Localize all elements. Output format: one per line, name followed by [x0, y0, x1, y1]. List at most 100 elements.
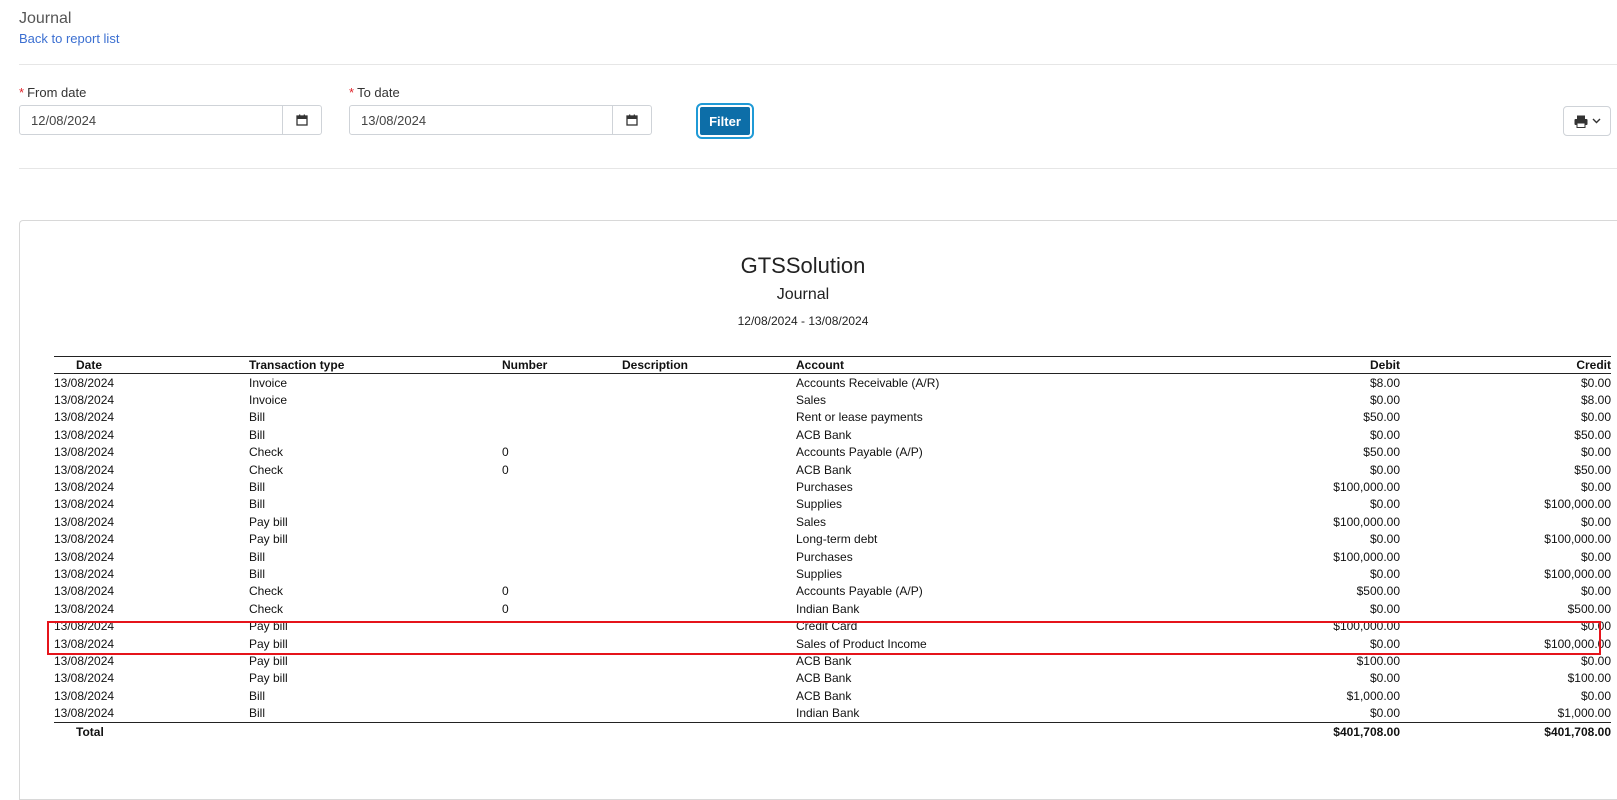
cell-number: 0 — [502, 445, 509, 460]
cell-description — [622, 531, 796, 548]
cell-credit: $0.00 — [1580, 514, 1611, 529]
cell-transaction-type: Pay bill — [249, 619, 288, 634]
cell-description — [622, 635, 796, 652]
cell-credit: $0.00 — [1580, 445, 1611, 460]
cell-debit: $50.00 — [1363, 410, 1400, 425]
cell-number — [502, 687, 622, 704]
cell-description — [622, 565, 796, 582]
column-header-credit: Credit — [1400, 356, 1611, 374]
cell-account: ACB Bank — [796, 462, 852, 477]
table-row: 13/08/2024 Pay bill Sales of Product Incom… — [54, 635, 1611, 652]
cell-transaction-type: Bill — [249, 497, 266, 512]
cell-date: 13/08/2024 — [54, 671, 115, 686]
cell-date: 13/08/2024 — [54, 549, 115, 564]
cell-account: Sales — [796, 514, 827, 529]
table-row: 13/08/2024 Pay bill Sales $100,000.00 $0.00 — [54, 513, 1611, 530]
cell-account: ACB Bank — [796, 653, 852, 668]
cell-description — [622, 444, 796, 461]
cell-description — [622, 548, 796, 565]
cell-date: 13/08/2024 — [54, 566, 115, 581]
cell-description — [622, 583, 796, 600]
cell-account: Rent or lease payments — [796, 410, 923, 425]
cell-debit: $0.00 — [1369, 706, 1400, 721]
back-to-report-list-link[interactable]: Back to report list — [19, 31, 119, 46]
cell-date: 13/08/2024 — [54, 601, 115, 616]
cell-credit: $100,000.00 — [1544, 566, 1611, 581]
cell-description — [622, 478, 796, 495]
cell-debit: $100,000.00 — [1333, 480, 1400, 495]
cell-number — [502, 409, 622, 426]
cell-account: Sales — [796, 393, 827, 408]
cell-credit: $50.00 — [1574, 427, 1611, 442]
report-title: Journal — [776, 286, 830, 303]
cell-transaction-type: Pay bill — [249, 636, 288, 651]
table-row: 13/08/2024 Invoice Accounts Receivable (A/… — [54, 374, 1611, 392]
cell-debit: $0.00 — [1369, 671, 1400, 686]
cell-number — [502, 391, 622, 408]
cell-number — [502, 496, 622, 513]
table-row: 13/08/2024 Check 0 Indian Bank $0.00 $500.00 — [54, 600, 1611, 617]
cell-debit: $0.00 — [1369, 393, 1400, 408]
to-date-input[interactable]: 13/08/2024 — [349, 105, 652, 135]
from-date-calendar-button[interactable] — [282, 106, 321, 134]
cell-account: Accounts Receivable (A/R) — [796, 375, 940, 390]
cell-credit: $0.00 — [1580, 549, 1611, 564]
to-date-calendar-button[interactable] — [612, 106, 651, 134]
cell-date: 13/08/2024 — [54, 393, 115, 408]
to-date-value[interactable]: 13/08/2024 — [350, 106, 612, 134]
cell-description — [622, 461, 796, 478]
column-header-transaction-type: Transaction type — [249, 356, 502, 374]
cell-date: 13/08/2024 — [54, 619, 115, 634]
cell-debit: $100,000.00 — [1333, 549, 1400, 564]
from-date-value[interactable]: 12/08/2024 — [20, 106, 282, 134]
cell-account: ACB Bank — [796, 671, 852, 686]
calendar-icon — [296, 114, 308, 126]
cell-transaction-type: Bill — [249, 410, 266, 425]
table-row: 13/08/2024 Invoice Sales $0.00 $8.00 — [54, 391, 1611, 408]
cell-date: 13/08/2024 — [54, 514, 115, 529]
cell-transaction-type: Check — [249, 601, 284, 616]
cell-transaction-type: Pay bill — [249, 671, 288, 686]
cell-transaction-type: Invoice — [249, 393, 288, 408]
cell-account: Supplies — [796, 497, 843, 512]
to-date-label: * To date — [349, 85, 400, 100]
cell-description — [622, 704, 796, 722]
cell-number — [502, 548, 622, 565]
from-date-input[interactable]: 12/08/2024 — [19, 105, 322, 135]
required-marker: * — [349, 85, 355, 100]
table-row: 13/08/2024 Bill Supplies $0.00 $100,000.00 — [54, 496, 1611, 513]
cell-transaction-type: Bill — [249, 706, 266, 721]
cell-number — [502, 652, 622, 669]
cell-credit: $500.00 — [1567, 601, 1611, 616]
print-dropdown-button[interactable] — [1563, 106, 1611, 136]
cell-credit: $100,000.00 — [1544, 532, 1611, 547]
table-row: 13/08/2024 Bill Indian Bank $0.00 $1,000.00 — [54, 704, 1611, 722]
cell-number — [502, 565, 622, 582]
cell-date: 13/08/2024 — [54, 497, 115, 512]
cell-credit: $1,000.00 — [1557, 706, 1611, 721]
cell-transaction-type: Check — [249, 462, 284, 477]
cell-debit: $0.00 — [1369, 497, 1400, 512]
cell-transaction-type: Bill — [249, 427, 266, 442]
table-row: 13/08/2024 Pay bill Credit Card $100,000.00… — [54, 617, 1611, 634]
cell-description — [622, 374, 796, 392]
column-header-description: Description — [622, 356, 796, 374]
cell-debit: $100,000.00 — [1333, 619, 1400, 634]
cell-number: 0 — [502, 584, 509, 599]
cell-debit: $500.00 — [1356, 584, 1400, 599]
cell-debit: $0.00 — [1369, 462, 1400, 477]
cell-transaction-type: Bill — [249, 549, 266, 564]
cell-transaction-type: Pay bill — [249, 532, 288, 547]
cell-account: Long-term debt — [796, 532, 878, 547]
cell-transaction-type: Bill — [249, 688, 266, 703]
cell-number — [502, 531, 622, 548]
cell-description — [622, 617, 796, 634]
cell-debit: $0.00 — [1369, 601, 1400, 616]
journal-table: Date Transaction type Number Description… — [54, 356, 1611, 741]
table-row: 13/08/2024 Check 0 ACB Bank $0.00 $50.00 — [54, 461, 1611, 478]
cell-description — [622, 600, 796, 617]
filter-button[interactable]: Filter — [696, 103, 754, 139]
page-title: Journal — [19, 10, 72, 27]
table-row: 13/08/2024 Bill ACB Bank $1,000.00 $0.00 — [54, 687, 1611, 704]
cell-credit: $100,000.00 — [1544, 636, 1611, 651]
